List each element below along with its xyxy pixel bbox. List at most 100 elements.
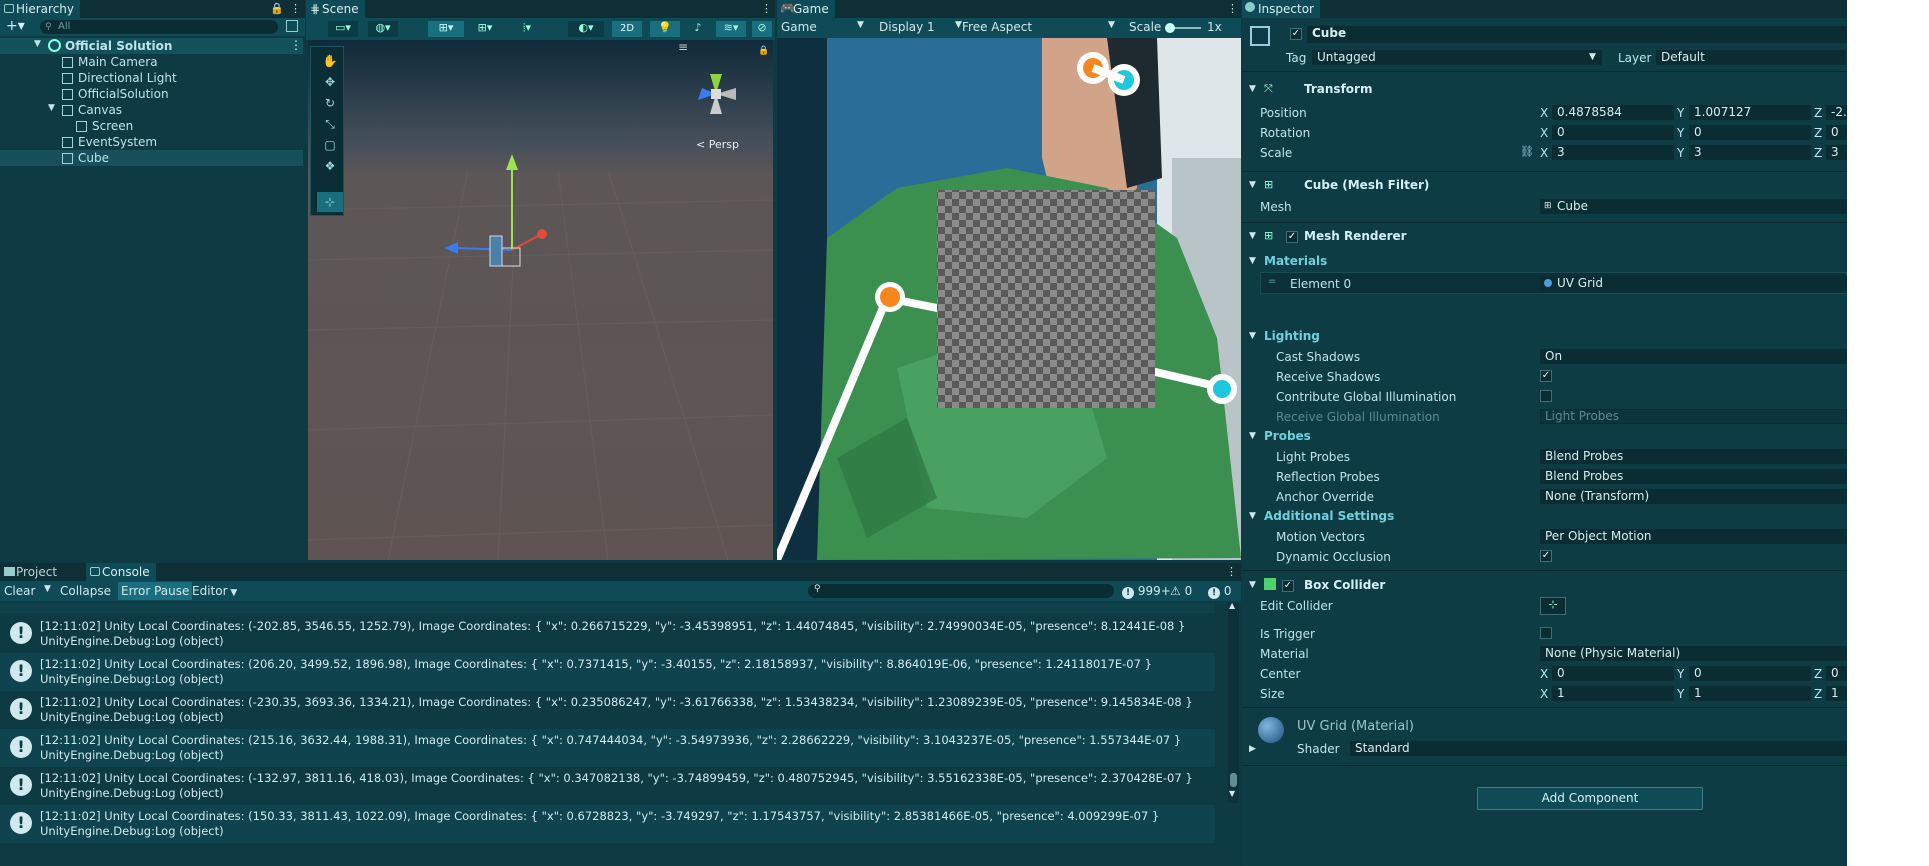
additional-settings-header[interactable]: Additional Settings <box>1264 509 1394 523</box>
kebab-menu-icon[interactable]: ⋮ <box>761 2 772 15</box>
drag-handle-icon[interactable]: = <box>1268 276 1276 287</box>
edit-collider-button[interactable]: ⊹ <box>1540 597 1566 615</box>
hierarchy-item-cube[interactable]: Cube <box>0 150 303 166</box>
size-x-input[interactable]: 1 <box>1552 686 1674 701</box>
foldout-arrow-icon[interactable]: ▼ <box>1249 84 1256 94</box>
add-object-button[interactable]: +▾ <box>6 18 25 34</box>
foldout-arrow-icon[interactable]: ▶ <box>1249 744 1256 754</box>
tab-hierarchy[interactable]: Hierarchy <box>0 0 81 18</box>
editor-select[interactable]: Editor ▼ <box>192 584 237 598</box>
active-checkbox[interactable]: ✓ <box>1290 28 1302 40</box>
shading-mode-icon[interactable]: ◐▾ <box>568 21 604 37</box>
foldout-arrow-icon[interactable]: ▼ <box>1249 331 1256 341</box>
clear-button[interactable]: Clear <box>4 584 35 598</box>
game-viewport[interactable] <box>777 38 1241 560</box>
log-entry[interactable]: ! [12:11:02] Unity Local Coordinates: (-… <box>0 767 1215 805</box>
hierarchy-item-directional-light[interactable]: Directional Light <box>0 70 303 86</box>
scale-slider[interactable] <box>1165 23 1201 33</box>
shader-select[interactable]: Standard <box>1350 741 1847 756</box>
scene-kebab-icon[interactable]: ⋮ <box>290 38 302 52</box>
position-y-input[interactable]: 1.007127 <box>1689 105 1811 120</box>
scroll-down-arrow-icon[interactable]: ▼ <box>1229 789 1235 798</box>
physic-material-field[interactable]: None (Physic Material) <box>1540 646 1847 661</box>
cast-shadows-select[interactable]: On <box>1540 349 1847 364</box>
tab-inspector[interactable]: Inspector <box>1242 0 1320 18</box>
warning-count-toggle[interactable]: ⚠ 0 <box>1170 584 1192 598</box>
kebab-menu-icon[interactable]: ⋮ <box>1226 565 1237 578</box>
log-entry[interactable]: ! [12:11:02] Unity Local Coordinates: (-… <box>0 691 1215 729</box>
tab-console[interactable]: Console <box>86 563 156 581</box>
foldout-arrow-icon[interactable]: ▼ <box>1249 180 1256 190</box>
drag-handle-icon[interactable]: ≡ <box>678 40 688 54</box>
log-entry[interactable]: ! [12:11:02] Unity Local Coordinates: (2… <box>0 653 1215 691</box>
rotation-y-input[interactable]: 0 <box>1689 125 1811 140</box>
probes-header[interactable]: Probes <box>1264 429 1311 443</box>
center-y-input[interactable]: 0 <box>1689 666 1811 681</box>
object-name-input[interactable]: Cube <box>1307 26 1847 43</box>
scale-tool-icon[interactable]: ⤡ <box>317 114 343 134</box>
hierarchy-item-canvas[interactable]: ▼ Canvas <box>0 102 303 118</box>
receive-shadows-checkbox[interactable]: ✓ <box>1540 370 1552 382</box>
foldout-arrow-icon[interactable]: ▼ <box>1249 580 1256 590</box>
foldout-arrow-icon[interactable]: ▼ <box>1249 231 1256 241</box>
audio-toggle-icon[interactable]: ♪ <box>686 21 710 37</box>
hierarchy-item-eventsystem[interactable]: EventSystem <box>0 134 303 150</box>
log-entry[interactable]: ! [12:11:02] Unity Local Coordinates: (-… <box>0 615 1215 653</box>
materials-header[interactable]: Materials <box>1264 254 1327 268</box>
center-x-input[interactable]: 0 <box>1552 666 1674 681</box>
persp-label[interactable]: < Persp <box>696 138 739 151</box>
dynamic-occlusion-checkbox[interactable]: ✓ <box>1540 550 1552 562</box>
foldout-arrow-icon[interactable]: ▼ <box>1249 431 1256 441</box>
scroll-up-arrow-icon[interactable]: ▲ <box>1229 601 1235 610</box>
grid-icon[interactable]: ⊞▾ <box>470 21 500 37</box>
display-select[interactable]: Display 1 ▼ <box>879 20 963 34</box>
grid-snap-icon[interactable]: ⊞▾ <box>428 21 464 37</box>
hierarchy-item-main-camera[interactable]: Main Camera <box>0 54 303 70</box>
mesh-renderer-enabled-checkbox[interactable]: ✓ <box>1286 231 1298 243</box>
position-x-input[interactable]: 0.4878584 <box>1552 105 1674 120</box>
rotate-tool-icon[interactable]: ↻ <box>317 93 343 113</box>
tab-game[interactable]: 🎮 Game <box>777 0 835 18</box>
hierarchy-scene-row[interactable]: ▼ Official Solution ⋮ <box>0 38 303 54</box>
position-z-input[interactable]: -2.4 <box>1826 105 1847 120</box>
scene-search-icon[interactable] <box>286 20 298 32</box>
log-entry[interactable]: ! [12:11:02] Unity Local Coordinates: (1… <box>0 805 1215 843</box>
move-tool-icon[interactable]: ✥ <box>317 72 343 92</box>
element0-field[interactable]: UV Grid <box>1540 276 1847 291</box>
tab-project[interactable]: Project <box>0 563 63 581</box>
increment-snap-icon[interactable]: ⦙▾ <box>512 21 542 37</box>
mesh-renderer-header[interactable]: Mesh Renderer <box>1304 229 1407 243</box>
tag-select[interactable]: Untagged ▼ <box>1312 50 1602 65</box>
info-count-toggle[interactable]: ! 999+ <box>1122 584 1171 599</box>
draw-mode-icon[interactable]: ▭▾ <box>328 21 358 37</box>
size-y-input[interactable]: 1 <box>1689 686 1811 701</box>
box-collider-enabled-checkbox[interactable]: ✓ <box>1282 580 1294 592</box>
scene-viewport[interactable]: ✋ ✥ ↻ ⤡ ▢ ❖ ⊹ < Persp 🔒 ≡ <box>308 40 773 560</box>
hand-tool-icon[interactable]: ✋ <box>317 51 343 71</box>
visibility-icon[interactable]: ⊘ <box>752 21 772 37</box>
custom-tool-icon[interactable]: ⊹ <box>317 192 343 212</box>
is-trigger-checkbox[interactable] <box>1540 627 1552 639</box>
material-title[interactable]: UV Grid (Material) <box>1297 719 1414 734</box>
rotation-z-input[interactable]: 0 <box>1826 125 1847 140</box>
motion-vectors-select[interactable]: Per Object Motion <box>1540 529 1847 544</box>
lock-icon[interactable]: 🔒 <box>270 2 284 15</box>
contribute-gi-checkbox[interactable] <box>1540 390 1552 402</box>
scrollbar-thumb[interactable] <box>1230 773 1237 787</box>
hierarchy-item-officialsolution[interactable]: OfficialSolution <box>0 86 303 102</box>
reflection-probes-select[interactable]: Blend Probes <box>1540 469 1847 484</box>
foldout-arrow-icon[interactable]: ▼ <box>1249 256 1256 266</box>
center-z-input[interactable]: 0 <box>1826 666 1847 681</box>
lighting-toggle-icon[interactable]: 💡 <box>650 21 680 37</box>
foldout-arrow-icon[interactable]: ▼ <box>1249 511 1256 521</box>
clear-options-arrow-icon[interactable]: ▼ <box>44 584 51 594</box>
kebab-menu-icon[interactable]: ⋮ <box>1227 2 1238 15</box>
transform-tool-icon[interactable]: ❖ <box>317 156 343 176</box>
scale-z-input[interactable]: 3 <box>1826 145 1847 160</box>
constrain-proportions-icon[interactable]: ⛓ <box>1520 145 1534 158</box>
effects-icon[interactable]: ≋▾ <box>716 21 746 37</box>
hierarchy-search-input[interactable]: ⚲ All <box>40 20 278 34</box>
game-view-select[interactable]: Game ▼ <box>781 20 865 34</box>
rect-tool-icon[interactable]: ▢ <box>317 135 343 155</box>
slider-thumb[interactable] <box>1165 23 1175 33</box>
